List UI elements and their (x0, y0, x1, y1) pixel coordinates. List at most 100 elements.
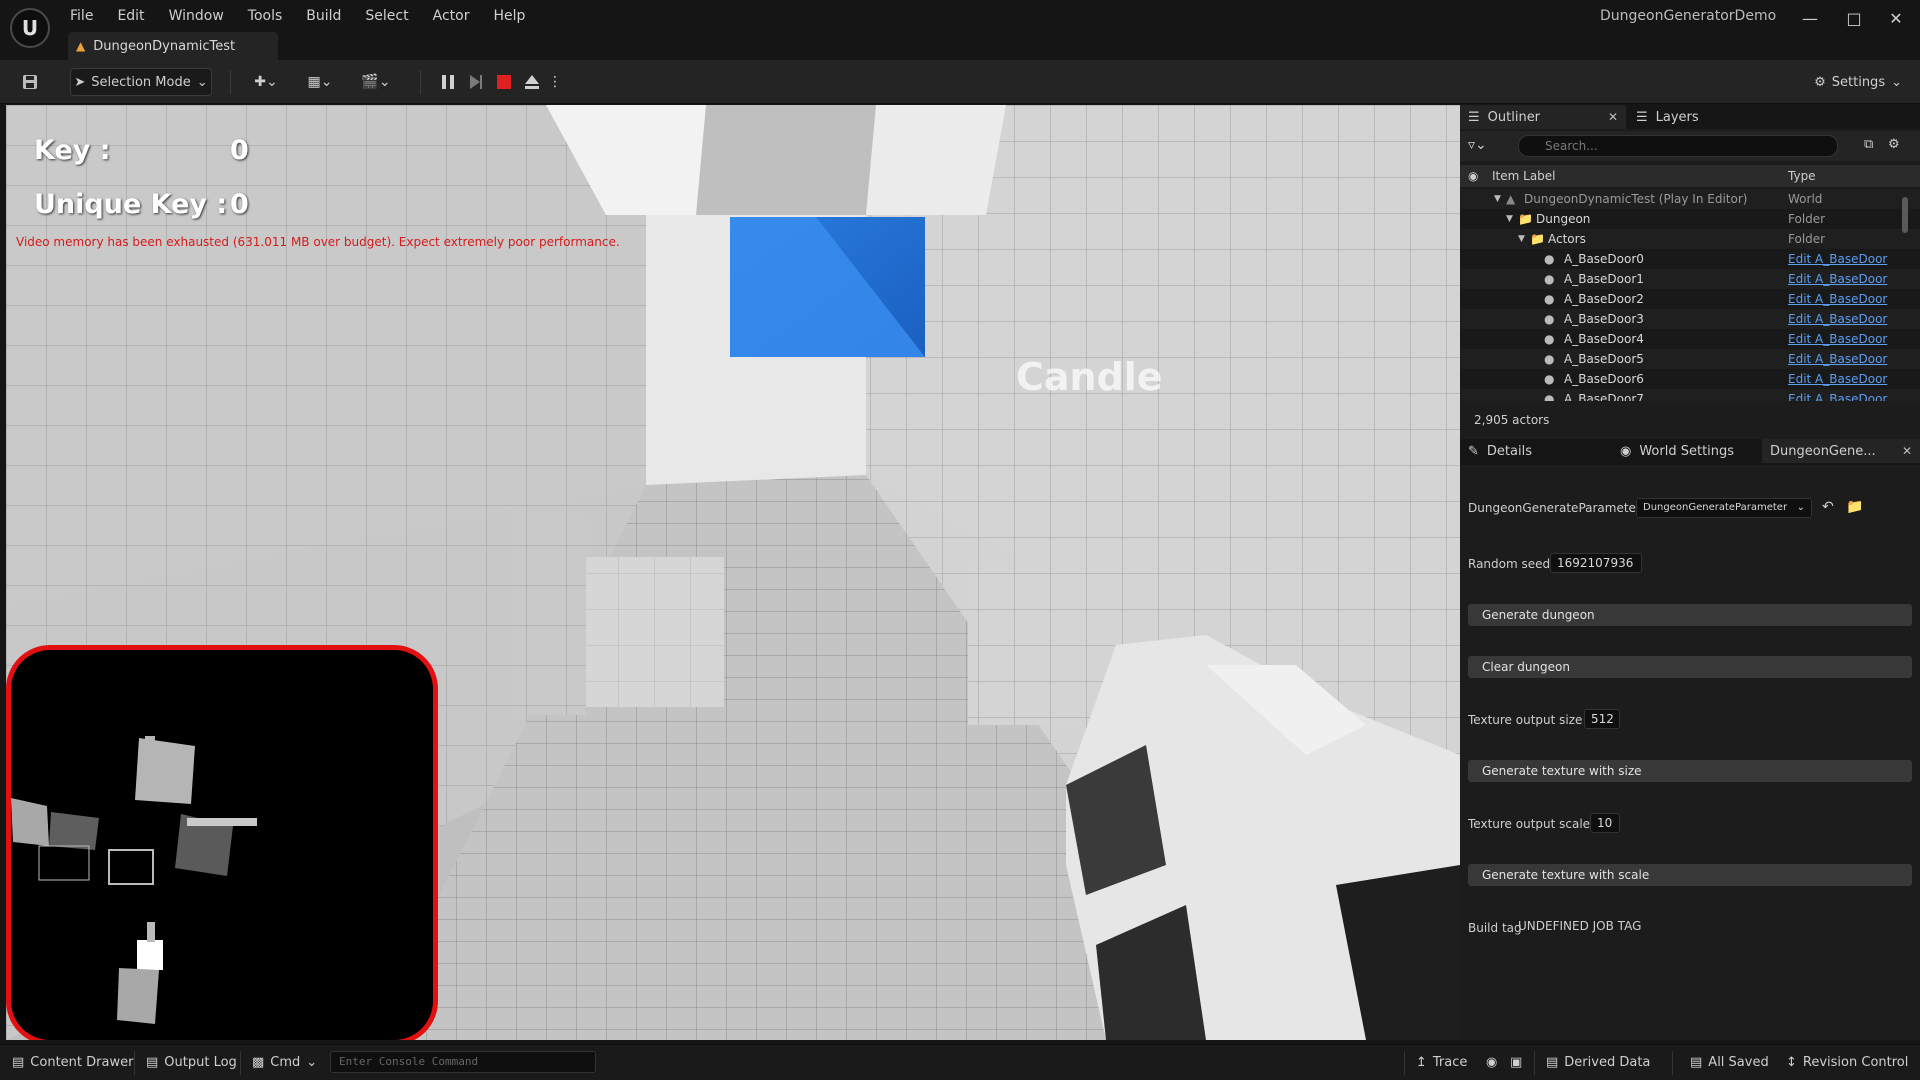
actor-icon: ● (1544, 372, 1555, 386)
all-saved-button[interactable]: ▤ All Saved (1690, 1055, 1769, 1070)
unreal-logo-icon[interactable]: U (10, 8, 50, 48)
tree-row-actor[interactable]: ● A_BaseDoor1 Edit A_BaseDoor (1460, 269, 1920, 289)
expand-arrow-icon[interactable]: ▼ (1506, 209, 1513, 229)
generate-dungeon-button[interactable]: Generate dungeon (1468, 604, 1912, 626)
level-tab[interactable]: ▲ DungeonDynamicTest (68, 32, 278, 60)
record-icon[interactable]: ◉ (1486, 1055, 1497, 1070)
actor-icon: ● (1544, 272, 1555, 286)
tree-row-folder[interactable]: ▼ 📁 Dungeon Folder (1460, 209, 1920, 229)
terminal-icon: ▩ (252, 1055, 265, 1070)
generate-texture-scale-button[interactable]: Generate texture with scale (1468, 864, 1912, 886)
tree-row-actor[interactable]: ● A_BaseDoor7 Edit A_BaseDoor (1460, 389, 1920, 401)
edit-blueprint-link[interactable]: Edit A_BaseDoor (1788, 389, 1887, 401)
expand-arrow-icon[interactable]: ▼ (1518, 229, 1525, 249)
tree-row-actor[interactable]: ● A_BaseDoor3 Edit A_BaseDoor (1460, 309, 1920, 329)
menu-file[interactable]: File (70, 6, 105, 26)
tab-world-settings[interactable]: ◉ World Settings (1612, 439, 1762, 463)
menu-tools[interactable]: Tools (248, 6, 295, 26)
tree-row-world[interactable]: ▼ ▲ DungeonDynamicTest (Play In Editor) … (1460, 189, 1920, 209)
tree-row-actor[interactable]: ● A_BaseDoor2 Edit A_BaseDoor (1460, 289, 1920, 309)
cinematics-icon[interactable]: 🎬⌄ (356, 68, 396, 96)
tree-row-actor[interactable]: ● A_BaseDoor5 Edit A_BaseDoor (1460, 349, 1920, 369)
tree-row-type: World (1788, 192, 1823, 206)
close-icon[interactable]: ✕ (1882, 6, 1910, 32)
tab-world-settings-label: World Settings (1639, 443, 1735, 459)
menu-edit[interactable]: Edit (117, 6, 156, 26)
browse-folder-icon[interactable]: 📁 (1846, 499, 1863, 515)
trace-button[interactable]: ↥ Trace (1416, 1055, 1467, 1070)
tab-dungeon-generator[interactable]: DungeonGene... ✕ (1762, 439, 1920, 463)
selection-mode-dropdown[interactable]: ➤ Selection Mode ⌄ (70, 68, 212, 96)
maximize-icon[interactable]: □ (1840, 6, 1868, 32)
edit-blueprint-link[interactable]: Edit A_BaseDoor (1788, 309, 1887, 329)
eject-icon[interactable] (518, 68, 546, 96)
actor-icon: ● (1544, 252, 1555, 266)
save-icon[interactable] (16, 68, 44, 96)
blueprint-icon[interactable]: ▦⌄ (300, 68, 340, 96)
tree-row-actor[interactable]: ● A_BaseDoor4 Edit A_BaseDoor (1460, 329, 1920, 349)
tree-row-folder[interactable]: ▼ 📁 Actors Folder (1460, 229, 1920, 249)
tab-layers[interactable]: ☰ Layers (1628, 105, 1748, 129)
edit-blueprint-link[interactable]: Edit A_BaseDoor (1788, 329, 1887, 349)
outliner-icon: ☰ (1468, 109, 1480, 125)
reset-arrow-icon[interactable]: ↶ (1822, 499, 1834, 515)
menu-window[interactable]: Window (169, 6, 236, 26)
edit-blueprint-link[interactable]: Edit A_BaseDoor (1788, 269, 1887, 289)
texture-scale-input[interactable]: 10 (1590, 813, 1620, 833)
tab-layers-label: Layers (1655, 109, 1699, 125)
tree-row-label: A_BaseDoor3 (1564, 312, 1644, 326)
column-item-label[interactable]: Item Label (1492, 169, 1556, 183)
outliner-search-input[interactable]: Search... (1518, 135, 1838, 157)
edit-blueprint-link[interactable]: Edit A_BaseDoor (1788, 289, 1887, 309)
divider (420, 70, 421, 94)
content-drawer-button[interactable]: ▤ Content Drawer (12, 1055, 133, 1070)
console-command-input[interactable]: Enter Console Command (330, 1051, 596, 1073)
column-type[interactable]: Type (1788, 169, 1816, 183)
close-icon[interactable]: ✕ (1902, 444, 1912, 458)
visibility-eye-icon[interactable]: ◉ (1468, 169, 1478, 183)
dungeon-generator-panel: DungeonGenerateParameter DungeonGenerate… (1460, 465, 1920, 1040)
tab-details[interactable]: ✎ Details (1460, 439, 1612, 463)
edit-blueprint-link[interactable]: Edit A_BaseDoor (1788, 249, 1887, 269)
more-options-icon[interactable]: ⋮ (548, 68, 562, 96)
menu-select[interactable]: Select (365, 6, 420, 26)
menu-actor[interactable]: Actor (433, 6, 482, 26)
outliner-scrollbar[interactable] (1902, 197, 1908, 233)
add-actor-icon[interactable]: ✚⌄ (246, 68, 286, 96)
pause-icon[interactable] (434, 68, 462, 96)
texture-size-input[interactable]: 512 (1584, 709, 1620, 729)
cmd-dropdown[interactable]: ▩ Cmd ⌄ (252, 1055, 317, 1070)
filter-icon[interactable]: ▿⌄ (1468, 137, 1487, 153)
tree-row-actor[interactable]: ● A_BaseDoor0 Edit A_BaseDoor (1460, 249, 1920, 269)
minimize-icon[interactable]: — (1796, 6, 1824, 32)
menu-help[interactable]: Help (493, 6, 537, 26)
output-log-label: Output Log (164, 1055, 237, 1070)
add-folder-icon[interactable]: ⧉ (1864, 137, 1873, 152)
random-seed-input[interactable]: 1692107936 (1550, 553, 1642, 573)
output-log-button[interactable]: ▤ Output Log (146, 1055, 237, 1070)
outliner-tree: ▼ ▲ DungeonDynamicTest (Play In Editor) … (1460, 189, 1920, 401)
revision-control-button[interactable]: ↕ Revision Control (1786, 1055, 1908, 1070)
dungeon-minimap (6, 645, 438, 1040)
level-viewport[interactable]: Key : 0 Unique Key : 0 Video memory has … (6, 105, 1460, 1040)
stop-icon[interactable] (490, 68, 518, 96)
tree-row-actor[interactable]: ● A_BaseDoor6 Edit A_BaseDoor (1460, 369, 1920, 389)
edit-blueprint-link[interactable]: Edit A_BaseDoor (1788, 349, 1887, 369)
gear-icon[interactable]: ⚙ (1888, 137, 1900, 152)
frame-skip-icon[interactable] (462, 68, 490, 96)
menu-build[interactable]: Build (306, 6, 353, 26)
trace-label: Trace (1432, 1055, 1468, 1070)
tab-outliner[interactable]: ☰ Outliner ✕ (1460, 105, 1626, 129)
clear-dungeon-button[interactable]: Clear dungeon (1468, 656, 1912, 678)
main-toolbar: ➤ Selection Mode ⌄ ✚⌄ ▦⌄ 🎬⌄ ⋮ ⚙ Settings… (0, 60, 1920, 104)
divider (1404, 1051, 1405, 1075)
derived-data-button[interactable]: ▤ Derived Data (1546, 1055, 1650, 1070)
generate-texture-size-button[interactable]: Generate texture with size (1468, 760, 1912, 782)
screenshot-icon[interactable]: ▣ (1510, 1055, 1522, 1070)
expand-arrow-icon[interactable]: ▼ (1494, 189, 1501, 209)
edit-blueprint-link[interactable]: Edit A_BaseDoor (1788, 369, 1887, 389)
param-asset-dropdown[interactable]: DungeonGenerateParameter ⌄ (1636, 498, 1812, 518)
close-icon[interactable]: ✕ (1608, 110, 1618, 124)
chevron-down-icon: ⌄ (306, 1055, 318, 1070)
settings-button[interactable]: ⚙ Settings ⌄ (1814, 68, 1902, 96)
